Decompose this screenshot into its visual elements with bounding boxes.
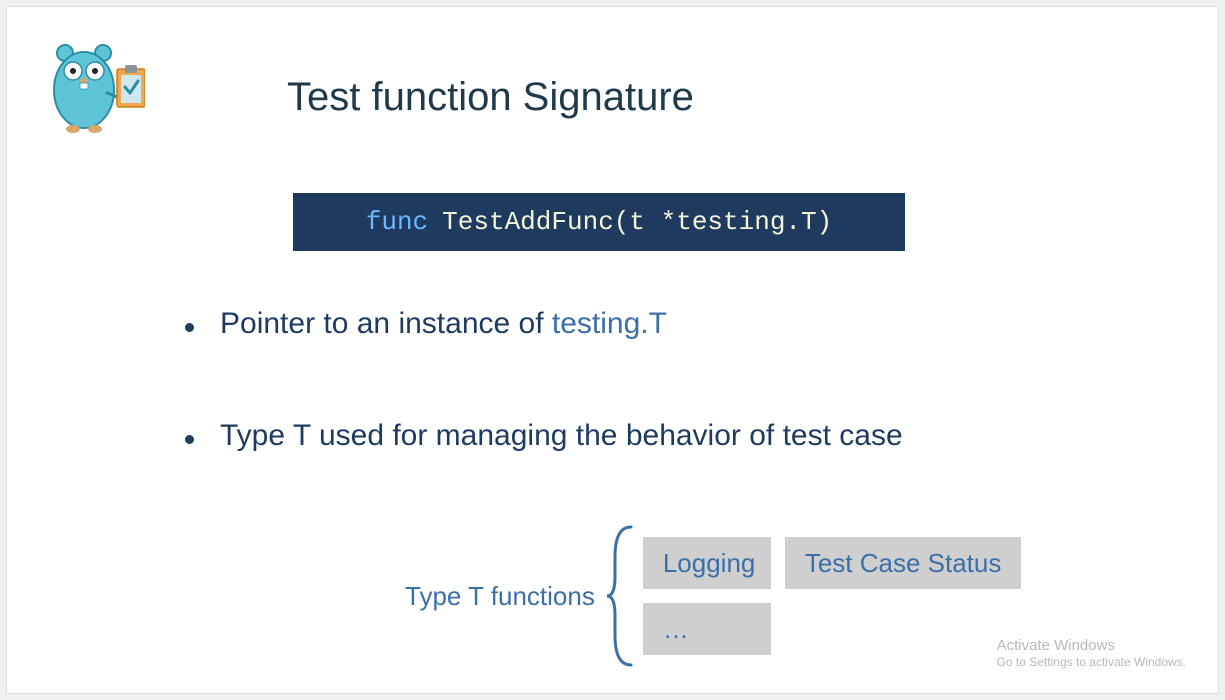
bullet-highlight: testing.T [552,307,667,340]
bullet-list: Pointer to an instance of testing.T Type… [185,307,1085,531]
slide-title: Test function Signature [287,75,694,120]
slide: Test function Signature func TestAddFunc… [6,6,1219,694]
bullet-text: Type T used for managing the behavior of… [220,419,903,452]
bullet-item: Type T used for managing the behavior of… [185,419,1085,453]
watermark-title: Activate Windows [997,636,1186,656]
box-more: … [643,603,771,655]
code-signature-block: func TestAddFunc(t *testing.T) [293,193,905,251]
bullet-dot-icon [185,435,194,444]
type-t-label: Type T functions [405,581,595,612]
type-t-functions-group: Type T functions Logging Test Case Statu… [405,521,1021,671]
bullet-dot-icon [185,323,194,332]
box-logging: Logging [643,537,771,589]
bullet-item: Pointer to an instance of testing.T [185,307,1085,341]
box-test-case-status: Test Case Status [785,537,1022,589]
type-t-boxes: Logging Test Case Status … [643,537,1022,655]
windows-activation-watermark: Activate Windows Go to Settings to activ… [997,636,1186,671]
code-signature: TestAddFunc(t *testing.T) [442,207,832,237]
watermark-subtitle: Go to Settings to activate Windows. [997,655,1186,671]
bullet-text: Pointer to an instance of [220,307,552,340]
gopher-clipboard-icon [35,35,145,135]
code-keyword: func [366,207,428,237]
curly-brace-icon [603,521,637,671]
